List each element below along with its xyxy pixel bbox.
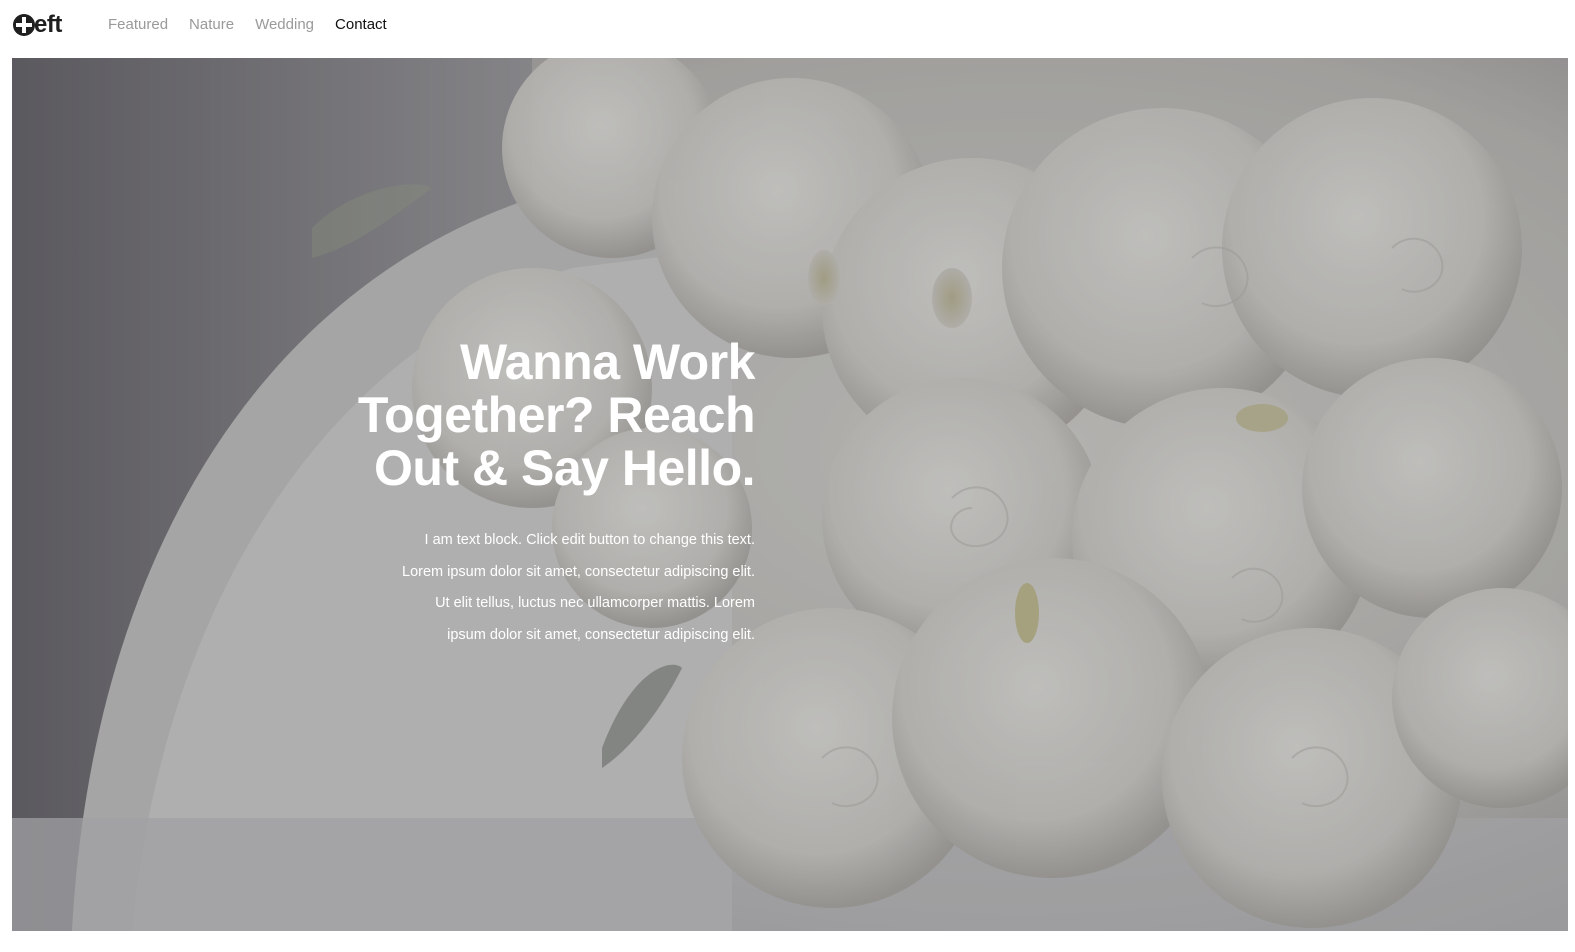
nav-item-featured[interactable]: Featured bbox=[108, 15, 168, 35]
logo-text: eft bbox=[34, 11, 62, 38]
logo-mark-icon bbox=[12, 13, 36, 37]
hero-text-line: ipsum dolor sit amet, consectetur adipis… bbox=[447, 626, 755, 643]
hero-text-line: I am text block. Click edit button to ch… bbox=[424, 532, 755, 548]
site-logo[interactable]: eft bbox=[12, 9, 62, 41]
hero-title: Wanna Work Together? Reach Out & Say Hel… bbox=[335, 334, 756, 496]
nav-item-contact[interactable]: Contact bbox=[335, 15, 387, 35]
hero-title-line: Together? Reach bbox=[357, 387, 756, 443]
hero-text-line: Lorem ipsum dolor sit amet, consectetur … bbox=[402, 563, 755, 580]
hero-title-line: Wanna Work bbox=[459, 334, 756, 390]
main-nav: Featured Nature Wedding Contact bbox=[108, 15, 408, 35]
nav-item-wedding[interactable]: Wedding bbox=[255, 15, 314, 35]
site-header: eft Featured Nature Wedding Contact bbox=[0, 0, 1575, 58]
hero-content: Wanna Work Together? Reach Out & Say Hel… bbox=[335, 334, 756, 651]
page-bottom-strip bbox=[0, 931, 1575, 952]
hero-text-block: I am text block. Click edit button to ch… bbox=[335, 525, 755, 651]
nav-item-nature[interactable]: Nature bbox=[189, 15, 234, 35]
hero-title-line: Out & Say Hello. bbox=[374, 440, 755, 496]
hero-overlay bbox=[12, 58, 1568, 931]
hero-text-line: Ut elit tellus, luctus nec ullamcorper m… bbox=[435, 595, 755, 611]
hero-section: Wanna Work Together? Reach Out & Say Hel… bbox=[12, 58, 1568, 931]
